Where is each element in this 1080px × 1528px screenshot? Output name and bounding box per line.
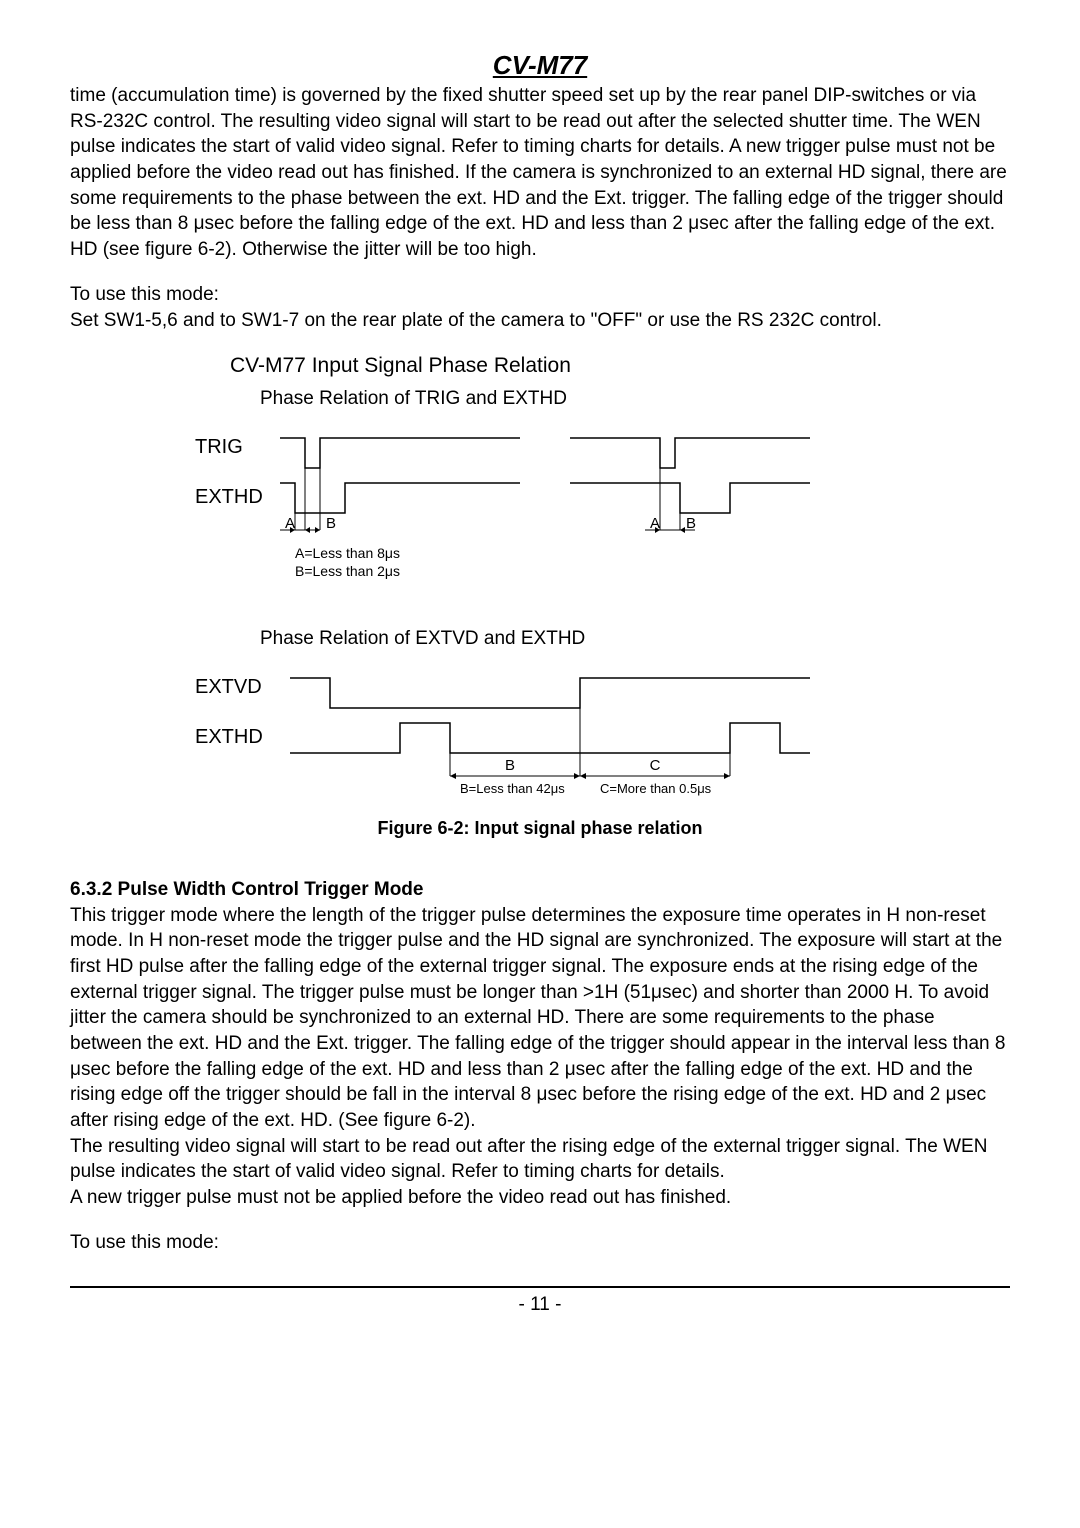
diagram-title: CV-M77 Input Signal Phase Relation [230, 354, 1010, 378]
footer-rule [70, 1286, 1010, 1288]
svg-text:B=Less than 42μs: B=Less than 42μs [460, 781, 565, 796]
svg-text:C=More than 0.5μs: C=More than 0.5μs [600, 781, 712, 796]
section-632-heading: 6.3.2 Pulse Width Control Trigger Mode [70, 879, 1010, 901]
svg-text:C: C [650, 757, 661, 774]
svg-text:B: B [326, 515, 336, 532]
svg-text:B: B [686, 515, 696, 532]
exthd-label-1: EXTHD [195, 486, 263, 508]
trig-label: TRIG [195, 436, 243, 458]
timing-diagram-2: EXTVD EXTHD B C B=Less than 42μs C=More [190, 658, 830, 808]
page-number: - 11 - [70, 1294, 1010, 1316]
intro-paragraph: time (accumulation time) is governed by … [70, 83, 1010, 262]
diagram-subtitle-2: Phase Relation of EXTVD and EXTHD [260, 628, 1010, 650]
mode-instruction-label: To use this mode: [70, 282, 1010, 308]
exthd-label-2: EXTHD [195, 726, 263, 748]
section-632-body-3: A new trigger pulse must not be applied … [70, 1185, 1010, 1211]
svg-text:B=Less than 2μs: B=Less than 2μs [295, 563, 400, 579]
svg-text:B: B [505, 757, 515, 774]
page-title: CV-M77 [70, 50, 1010, 81]
section-632-body-2: The resulting video signal will start to… [70, 1134, 1010, 1185]
extvd-label: EXTVD [195, 676, 262, 698]
section-632-body-4: To use this mode: [70, 1230, 1010, 1256]
figure-caption: Figure 6-2: Input signal phase relation [70, 818, 1010, 839]
svg-text:A=Less than 8μs: A=Less than 8μs [295, 545, 400, 561]
section-632-body-1: This trigger mode where the length of th… [70, 903, 1010, 1134]
timing-diagram-1: TRIG EXTHD A B [190, 418, 830, 598]
mode-instruction-text: Set SW1-5,6 and to SW1-7 on the rear pla… [70, 308, 1010, 334]
diagram-subtitle-1: Phase Relation of TRIG and EXTHD [260, 388, 1010, 410]
